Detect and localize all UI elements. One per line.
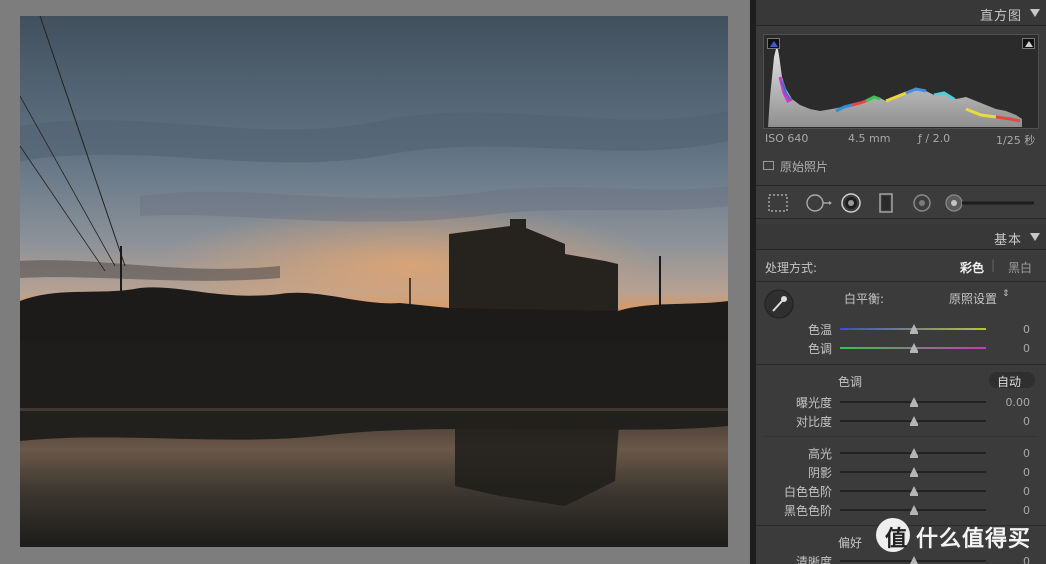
- tool-strip: [756, 185, 1046, 219]
- histogram-header[interactable]: 直方图: [756, 0, 1046, 26]
- slider-blacks[interactable]: [840, 505, 986, 515]
- slider-blacks-value[interactable]: 0: [1023, 504, 1030, 517]
- exif-aperture: ƒ / 2.0: [918, 132, 951, 145]
- histogram[interactable]: [763, 34, 1039, 129]
- treatment-label: 处理方式:: [765, 261, 818, 275]
- slider-exposure[interactable]: [840, 397, 986, 407]
- eyedropper-icon[interactable]: [764, 289, 794, 319]
- presence-label: 偏好: [838, 536, 863, 550]
- slider-shadows[interactable]: [840, 467, 986, 477]
- slider-tint[interactable]: [840, 343, 986, 353]
- slider-clarity-value[interactable]: 0: [1023, 555, 1030, 564]
- treatment-color-button[interactable]: 彩色: [960, 259, 984, 276]
- sunset-photo[interactable]: [20, 16, 728, 547]
- slider-clarity[interactable]: [840, 556, 986, 564]
- slider-knob[interactable]: [910, 486, 918, 496]
- highlight-clipping-icon[interactable]: [1022, 38, 1035, 49]
- slider-temp-label: 色温: [807, 323, 832, 337]
- adjustment-brush-icon[interactable]: [944, 193, 1036, 213]
- crop-icon[interactable]: [767, 193, 789, 213]
- shadow-clipping-icon[interactable]: [767, 38, 780, 49]
- auto-button-label: 自动: [997, 375, 1022, 389]
- original-photo-label: 原始照片: [780, 160, 829, 174]
- divider: [756, 364, 1046, 365]
- slider-exposure-label: 曝光度: [795, 396, 832, 410]
- slider-knob[interactable]: [910, 556, 918, 564]
- spot-removal-icon[interactable]: [804, 193, 832, 213]
- photo-canvas[interactable]: [0, 0, 750, 564]
- treatment-separator: |: [991, 258, 996, 272]
- slider-knob[interactable]: [910, 505, 918, 515]
- red-eye-icon[interactable]: [840, 193, 862, 213]
- basic-header[interactable]: 基本: [756, 224, 1046, 250]
- tone-label: 色调: [838, 375, 863, 389]
- histogram-chart: [768, 45, 1022, 127]
- slider-highlights-value[interactable]: 0: [1023, 447, 1030, 460]
- slider-tint-label: 色调: [807, 342, 832, 356]
- wb-select-arrow-icon[interactable]: ⇕: [1002, 289, 1010, 299]
- auto-button[interactable]: 自动: [989, 372, 1035, 389]
- wb-label: 白平衡:: [844, 292, 885, 306]
- slider-knob[interactable]: [910, 448, 918, 458]
- slider-knob[interactable]: [910, 324, 918, 334]
- develop-panel: 直方图 ISO 640 4.5 mm ƒ / 2.0 1/25 秒 原始照片 基…: [756, 0, 1046, 564]
- histogram-title: 直方图: [979, 9, 1022, 24]
- slider-whites-label: 白色色阶: [783, 485, 832, 499]
- divider: [756, 281, 1046, 282]
- slider-temp-value[interactable]: 0: [1023, 323, 1030, 336]
- collapse-triangle-icon[interactable]: [1030, 233, 1040, 241]
- exif-iso: ISO 640: [765, 132, 809, 145]
- slider-tint-value[interactable]: 0: [1023, 342, 1030, 355]
- slider-contrast-label: 对比度: [795, 415, 832, 429]
- slider-whites-value[interactable]: 0: [1023, 485, 1030, 498]
- exif-focal: 4.5 mm: [848, 132, 891, 145]
- watermark-logo-text: 值: [885, 527, 908, 552]
- radial-filter-icon[interactable]: [911, 193, 933, 213]
- watermark-logo-icon: 值: [876, 518, 910, 552]
- basic-title: 基本: [993, 233, 1022, 248]
- slider-knob[interactable]: [910, 397, 918, 407]
- slider-contrast[interactable]: [840, 416, 986, 426]
- slider-clarity-label: 清晰度: [795, 555, 832, 564]
- slider-shadows-value[interactable]: 0: [1023, 466, 1030, 479]
- divider: [764, 436, 1038, 437]
- exif-shutter: 1/25 秒: [996, 134, 1036, 147]
- slider-temp[interactable]: [840, 324, 986, 334]
- slider-whites[interactable]: [840, 486, 986, 496]
- graduated-filter-icon[interactable]: [878, 193, 894, 213]
- slider-contrast-value[interactable]: 0: [1023, 415, 1030, 428]
- checkbox-icon[interactable]: [763, 161, 774, 170]
- watermark-text: 什么值得买: [916, 527, 1032, 552]
- slider-blacks-label: 黑色色阶: [783, 504, 832, 518]
- slider-shadows-label: 阴影: [807, 466, 832, 480]
- slider-knob[interactable]: [910, 467, 918, 477]
- treatment-bw-button[interactable]: 黑白: [1008, 259, 1032, 276]
- wb-select[interactable]: 原照设置: [949, 290, 997, 307]
- slider-highlights[interactable]: [840, 448, 986, 458]
- slider-exposure-value[interactable]: 0.00: [1006, 396, 1031, 409]
- slider-knob[interactable]: [910, 416, 918, 426]
- slider-highlights-label: 高光: [807, 447, 832, 461]
- collapse-triangle-icon[interactable]: [1030, 9, 1040, 17]
- slider-knob[interactable]: [910, 343, 918, 353]
